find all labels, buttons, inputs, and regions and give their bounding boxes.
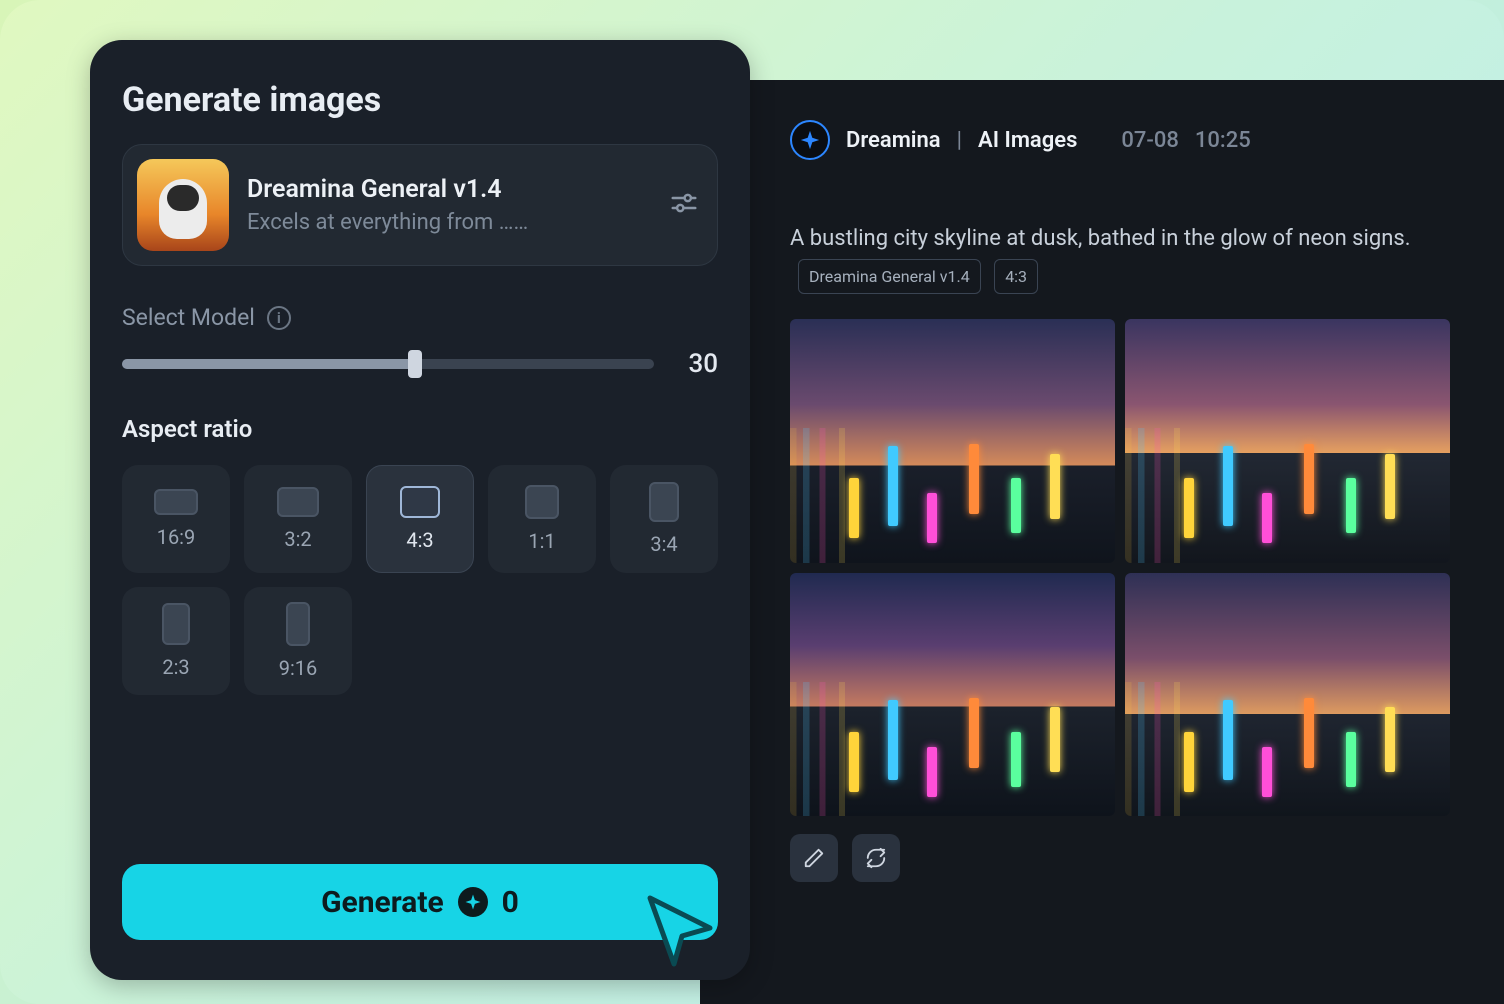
result-actions (790, 834, 1464, 882)
aspect-ratio-16-9[interactable]: 16:9 (122, 465, 230, 573)
settings-icon[interactable] (669, 188, 699, 222)
app-name: Dreamina (846, 128, 941, 153)
ratio-shape (525, 485, 559, 519)
edit-icon (803, 847, 825, 869)
slider-value: 30 (678, 349, 718, 379)
section-name: AI Images (978, 128, 1077, 153)
aspect-ratio-3-2[interactable]: 3:2 (244, 465, 352, 573)
regenerate-button[interactable] (852, 834, 900, 882)
slider-thumb[interactable] (408, 350, 422, 378)
panel-title: Generate images (122, 80, 718, 120)
ratio-shape (162, 603, 190, 645)
ratio-label: 3:2 (284, 527, 311, 551)
select-model-label: Select Model (122, 304, 255, 331)
generate-label: Generate (321, 885, 444, 920)
ratio-shape (154, 489, 198, 515)
results-panel: Dreamina | AI Images 07-08 10:25 A bustl… (700, 80, 1504, 1004)
ratio-label: 9:16 (279, 656, 318, 680)
regenerate-icon (865, 847, 887, 869)
ratio-label: 1:1 (528, 529, 555, 553)
aspect-ratio-4-3[interactable]: 4:3 (366, 465, 474, 573)
ratio-shape (400, 486, 440, 518)
prompt-text: A bustling city skyline at dusk, bathed … (790, 220, 1464, 295)
result-time: 10:25 (1195, 128, 1251, 153)
prompt-content: A bustling city skyline at dusk, bathed … (790, 226, 1411, 251)
model-description: Excels at everything from …… (247, 210, 651, 235)
aspect-ratio-grid: 16:9 3:2 4:3 1:1 3:4 2:3 9:16 (122, 465, 718, 695)
aspect-ratio-label: Aspect ratio (122, 415, 718, 443)
model-chip: Dreamina General v1.4 (798, 259, 981, 294)
ratio-shape (286, 602, 310, 646)
generated-image-1[interactable] (790, 319, 1115, 563)
ratio-label: 3:4 (650, 532, 677, 556)
aspect-ratio-9-16[interactable]: 9:16 (244, 587, 352, 695)
separator: | (957, 128, 962, 153)
ratio-shape (649, 482, 679, 522)
ratio-shape (277, 487, 319, 517)
model-slider[interactable] (122, 359, 654, 369)
model-selector[interactable]: Dreamina General v1.4 Excels at everythi… (122, 144, 718, 266)
generate-panel: Generate images Dreamina General v1.4 Ex… (90, 40, 750, 980)
generate-button[interactable]: Generate 0 (122, 864, 718, 940)
spark-icon (458, 887, 488, 917)
model-thumbnail (137, 159, 229, 251)
app-icon (790, 120, 830, 160)
results-header: Dreamina | AI Images 07-08 10:25 (790, 120, 1464, 160)
model-name: Dreamina General v1.4 (247, 175, 651, 204)
result-date: 07-08 (1121, 128, 1179, 153)
generated-image-4[interactable] (1125, 573, 1450, 817)
info-icon[interactable]: i (267, 306, 291, 330)
aspect-ratio-2-3[interactable]: 2:3 (122, 587, 230, 695)
aspect-ratio-1-1[interactable]: 1:1 (488, 465, 596, 573)
generate-credits: 0 (502, 885, 519, 920)
ratio-label: 4:3 (406, 528, 433, 552)
edit-button[interactable] (790, 834, 838, 882)
ratio-chip: 4:3 (994, 259, 1038, 294)
aspect-ratio-3-4[interactable]: 3:4 (610, 465, 718, 573)
ratio-label: 16:9 (157, 525, 196, 549)
generated-image-grid (790, 319, 1450, 817)
generated-image-2[interactable] (1125, 319, 1450, 563)
select-model-label-row: Select Model i (122, 304, 718, 331)
ratio-label: 2:3 (162, 655, 189, 679)
generated-image-3[interactable] (790, 573, 1115, 817)
